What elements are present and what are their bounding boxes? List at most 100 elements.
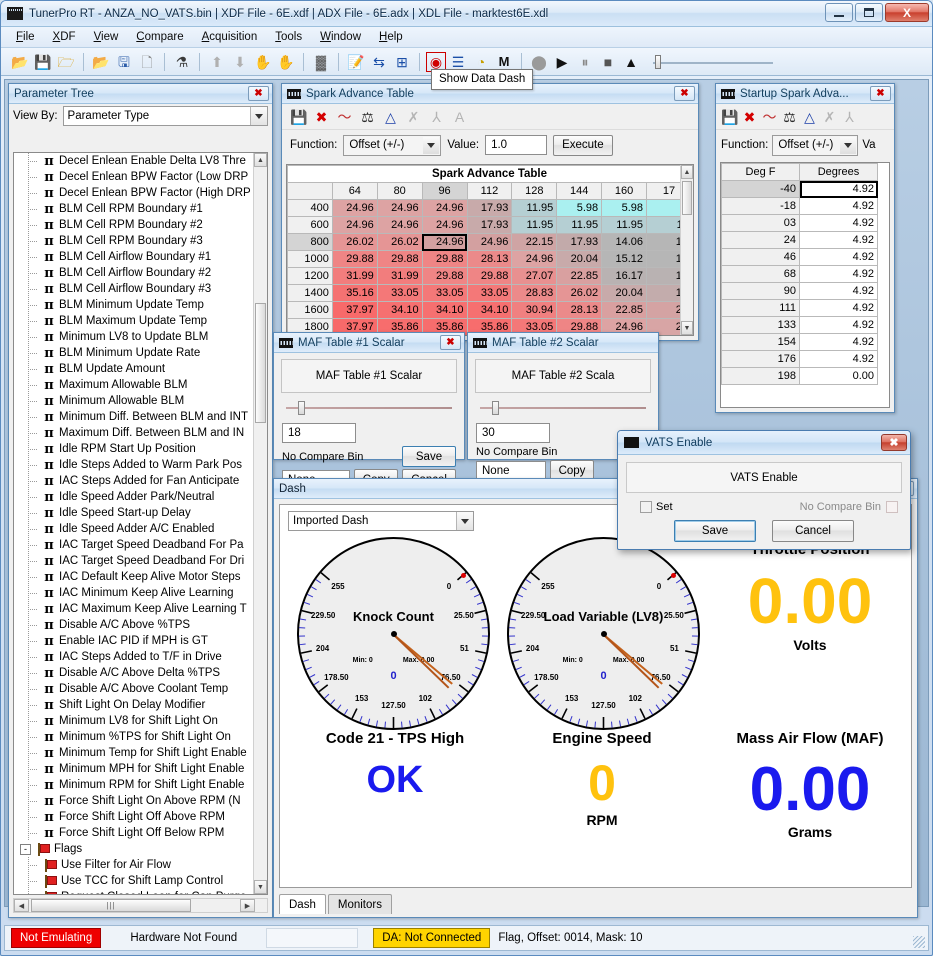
grid-cell[interactable]: 24.96: [422, 234, 467, 251]
tree-item[interactable]: πIdle Steps Added to Warm Park Pos: [14, 457, 253, 473]
grid-cell[interactable]: 17.93: [557, 234, 602, 251]
tree-item[interactable]: πMinimum LV8 for Shift Light On: [14, 713, 253, 729]
scroll-up-icon[interactable]: ▲: [681, 165, 693, 179]
tree-item[interactable]: πBLM Cell RPM Boundary #1: [14, 201, 253, 217]
set-checkbox[interactable]: [640, 501, 652, 513]
grid-cell[interactable]: 29.88: [422, 268, 467, 285]
menu-item-window[interactable]: Window: [311, 29, 370, 45]
grid-cell[interactable]: 26.02: [332, 234, 377, 251]
tree-item[interactable]: πBLM Cell RPM Boundary #3: [14, 233, 253, 249]
grid-col-header[interactable]: 112: [467, 183, 512, 200]
grid-cell[interactable]: 31.99: [377, 268, 422, 285]
maf1-slider[interactable]: [286, 401, 452, 415]
tree-item[interactable]: -Flags: [14, 841, 253, 857]
table-row[interactable]: 464.92: [722, 249, 878, 266]
vats-cancel-button[interactable]: Cancel: [772, 520, 854, 542]
grid-cell[interactable]: 31.99: [332, 268, 377, 285]
hscroll-thumb[interactable]: |||: [31, 899, 191, 912]
startup-grid-container[interactable]: Deg FDegrees-404.92-184.92034.92244.9246…: [720, 162, 890, 408]
stop-icon[interactable]: ■: [597, 51, 619, 73]
tree-item[interactable]: πBLM Maximum Update Temp: [14, 313, 253, 329]
spark-grid-container[interactable]: Spark Advance Table648096112128144160174…: [286, 164, 694, 336]
table-row[interactable]: 160037.9734.1034.1034.1030.9428.1322.852…: [288, 302, 692, 319]
startup-value-cell[interactable]: 0.00: [800, 368, 878, 385]
connect-icon[interactable]: ⚗: [171, 51, 193, 73]
spark-window-close-icon[interactable]: ✖: [674, 86, 695, 101]
grid-cell[interactable]: 29.88: [377, 251, 422, 268]
scroll-up-icon[interactable]: ▲: [254, 153, 267, 167]
menu-item-file[interactable]: File: [7, 29, 44, 45]
startup-col-header[interactable]: Degrees: [800, 164, 878, 181]
table-row[interactable]: 140035.1633.0533.0533.0528.8326.0220.041…: [288, 285, 692, 302]
grid-cell[interactable]: 29.88: [467, 268, 512, 285]
grid-col-header[interactable]: 128: [512, 183, 557, 200]
properties-icon[interactable]: 📝: [345, 51, 367, 73]
tree-item[interactable]: πDisable A/C Above %TPS: [14, 617, 253, 633]
startup-col-header[interactable]: Deg F: [722, 164, 800, 181]
spark-data-grid[interactable]: Spark Advance Table648096112128144160174…: [287, 165, 692, 336]
grid-row-header[interactable]: 600: [288, 217, 333, 234]
chip-icon[interactable]: ▓: [310, 51, 332, 73]
scale-icon[interactable]: ⚖: [781, 110, 798, 124]
tree-item[interactable]: πIAC Target Speed Deadband For Dri: [14, 553, 253, 569]
tree-item[interactable]: πBLM Update Amount: [14, 361, 253, 377]
graph-icon[interactable]: 〜: [336, 110, 353, 124]
tree-item[interactable]: Use TCC for Shift Lamp Control: [14, 873, 253, 889]
menu-item-view[interactable]: View: [85, 29, 128, 45]
scroll-right-icon[interactable]: ▶: [240, 899, 255, 912]
startup-data-grid[interactable]: Deg FDegrees-404.92-184.92034.92244.9246…: [721, 163, 878, 385]
tree-item[interactable]: πIdle Speed Adder Park/Neutral: [14, 489, 253, 505]
spark-grid-vscrollbar[interactable]: ▲ ▼: [680, 165, 693, 335]
tree-item[interactable]: πMinimum LV8 to Update BLM: [14, 329, 253, 345]
grid-cell[interactable]: 24.96: [512, 251, 557, 268]
grid-col-header[interactable]: 160: [602, 183, 647, 200]
grid-cell[interactable]: 35.16: [332, 285, 377, 302]
grid-row-header[interactable]: 1600: [288, 302, 333, 319]
grid-cell[interactable]: 33.05: [422, 285, 467, 302]
delta-icon[interactable]: △: [382, 110, 399, 124]
scroll-down-icon[interactable]: ▼: [254, 880, 267, 894]
save-xdf-icon[interactable]: 🖫: [113, 51, 135, 73]
grid-row-header[interactable]: 1200: [288, 268, 333, 285]
grid-cell[interactable]: 24.96: [332, 200, 377, 217]
grid-cell[interactable]: 11.95: [512, 217, 557, 234]
grid-cell[interactable]: 5.98: [602, 200, 647, 217]
grid-cell[interactable]: 24.96: [467, 234, 512, 251]
hand-icon[interactable]: ✋: [252, 51, 274, 73]
grid-cell[interactable]: 22.85: [602, 302, 647, 319]
table-row[interactable]: 1980.00: [722, 368, 878, 385]
vats-save-button[interactable]: Save: [674, 520, 756, 542]
startup-value-cell[interactable]: 4.92: [800, 198, 878, 215]
startup-value-cell[interactable]: 4.92: [800, 181, 878, 198]
grid-cell[interactable]: 16.17: [602, 268, 647, 285]
scroll-thumb[interactable]: [255, 303, 266, 423]
grid-row-header[interactable]: 1400: [288, 285, 333, 302]
close-button[interactable]: X: [885, 3, 929, 22]
grid-cell[interactable]: 17.93: [467, 200, 512, 217]
hand-alt-icon[interactable]: ✋: [275, 51, 297, 73]
startup-axis-cell[interactable]: 24: [722, 232, 800, 249]
grid-cell[interactable]: 29.88: [422, 251, 467, 268]
slider-thumb[interactable]: [298, 401, 305, 415]
tree-item[interactable]: πBLM Cell Airflow Boundary #2: [14, 265, 253, 281]
function-select[interactable]: Offset (+/-): [343, 135, 441, 156]
tree-item[interactable]: πEnable IAC PID if MPH is GT: [14, 633, 253, 649]
tree-item[interactable]: πMinimum Temp for Shift Light Enable: [14, 745, 253, 761]
parameter-tree-list[interactable]: πDecel Enlean Enable Delta LV8 ThreπDece…: [13, 152, 268, 895]
save-as-icon[interactable]: 🗁: [55, 51, 77, 73]
startup-axis-cell[interactable]: 03: [722, 215, 800, 232]
startup-axis-cell[interactable]: 176: [722, 351, 800, 368]
startup-axis-cell[interactable]: 154: [722, 334, 800, 351]
grid-cell[interactable]: 24.96: [422, 200, 467, 217]
startup-axis-cell[interactable]: 133: [722, 317, 800, 334]
startup-value-cell[interactable]: 4.92: [800, 300, 878, 317]
menu-item-compare[interactable]: Compare: [127, 29, 192, 45]
save-icon[interactable]: 💾: [290, 110, 307, 124]
menu-item-tools[interactable]: Tools: [266, 29, 311, 45]
table-row[interactable]: 1114.92: [722, 300, 878, 317]
close-x-icon[interactable]: ✖: [741, 110, 758, 124]
grid-row-header[interactable]: 1000: [288, 251, 333, 268]
minimize-button[interactable]: [825, 3, 853, 22]
view-by-select[interactable]: Parameter Type: [63, 106, 268, 126]
save-icon[interactable]: 💾: [721, 110, 738, 124]
